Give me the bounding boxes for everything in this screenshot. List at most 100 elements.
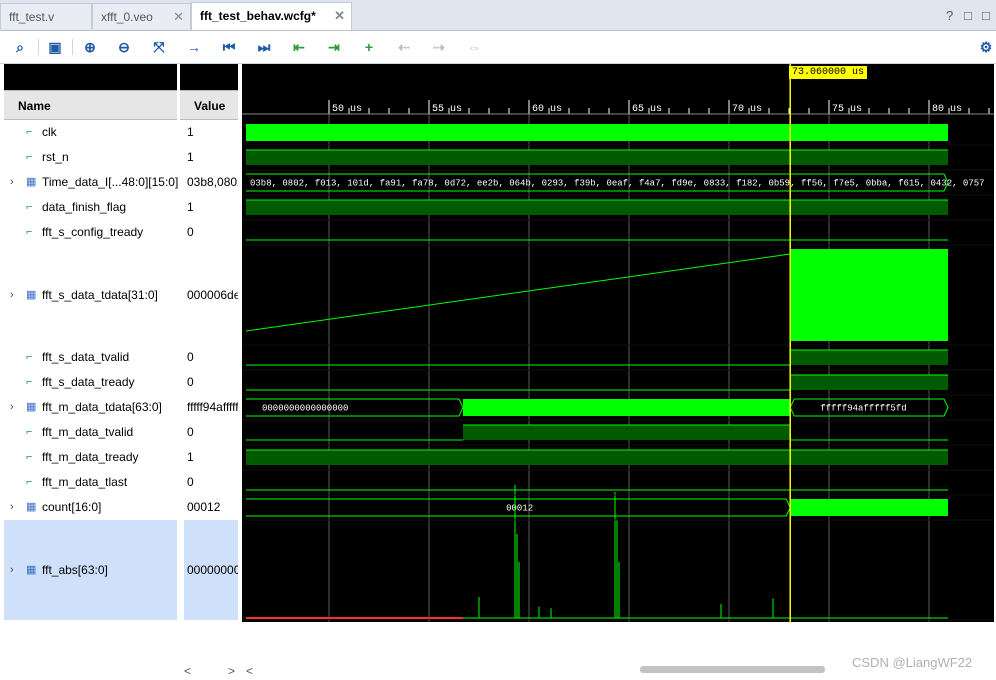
separator (72, 39, 73, 55)
signal-row-fft-abs-63-0-[interactable]: › ▦ fft_abs[63:0] (4, 520, 177, 620)
zoom-out-icon[interactable]: ⊖ (114, 37, 134, 57)
maximize-icon[interactable]: □ (982, 8, 990, 23)
signal-fill (463, 425, 791, 440)
signal-fill (246, 450, 948, 465)
help-icon[interactable]: ? (946, 8, 953, 23)
analog-dense-region (790, 249, 948, 341)
expand-chevron-icon[interactable]: › (10, 395, 14, 420)
wire-signal-icon: ⌐ (26, 376, 33, 388)
signal-row-data-finish-flag[interactable]: ⌐ data_finish_flag (4, 195, 177, 220)
swap-cursors-icon: ⇔ (467, 39, 481, 55)
signal-value[interactable]: 00012 (184, 495, 238, 520)
signal-value[interactable]: 0 (184, 370, 238, 395)
zoom-in-icon[interactable]: ⊕ (80, 37, 100, 57)
tab-label: fft_test_behav.wcfg* (200, 9, 316, 23)
go-to-end-icon[interactable]: ⏭ (254, 37, 274, 57)
add-marker-icon[interactable]: + (359, 37, 379, 57)
tab-xfft-veo[interactable]: xfft_0.veo ✕ (92, 3, 191, 29)
tab-bar: fft_test.v xfft_0.veo ✕ fft_test_behav.w… (0, 0, 996, 31)
expand-chevron-icon[interactable]: › (10, 245, 14, 345)
signal-value[interactable]: 0 (184, 420, 238, 445)
go-to-cursor-icon[interactable]: → (184, 37, 204, 57)
signal-row-count-16-0-[interactable]: › ▦ count[16:0] (4, 495, 177, 520)
signal-row-fft-m-data-tdata-63-0-[interactable]: › ▦ fft_m_data_tdata[63:0] (4, 395, 177, 420)
signal-value[interactable]: 00000000 (184, 520, 238, 620)
signal-value[interactable]: 1 (184, 120, 238, 145)
expand-chevron-icon[interactable]: › (10, 520, 14, 620)
signal-value[interactable]: 0 (184, 470, 238, 495)
signal-value[interactable]: fffff94afffff5fd (184, 395, 238, 420)
signal-row-rst-n[interactable]: ⌐ rst_n (4, 145, 177, 170)
scroll-left-icon[interactable]: < (246, 664, 253, 678)
bus-signal-icon: ▦ (26, 564, 37, 576)
previous-transition-icon[interactable]: ⇤ (289, 37, 309, 57)
signal-name: fft_m_data_tlast (42, 475, 128, 489)
signal-row-fft-s-data-tready[interactable]: ⌐ fft_s_data_tready (4, 370, 177, 395)
close-icon[interactable]: ✕ (173, 4, 184, 30)
scroll-right-icon[interactable]: > (228, 664, 235, 678)
separator (38, 39, 39, 55)
signal-row-fft-m-data-tlast[interactable]: ⌐ fft_m_data_tlast (4, 470, 177, 495)
signal-name: fft_m_data_tready (42, 450, 139, 464)
tab-fft-test-v[interactable]: fft_test.v (0, 3, 92, 29)
signal-row-fft-s-data-tdata-31-0-[interactable]: › ▦ fft_s_data_tdata[31:0] (4, 245, 177, 345)
signal-value[interactable]: 000006de (184, 245, 238, 345)
horizontal-scrollbar[interactable] (640, 666, 825, 673)
signal-fill (790, 350, 948, 365)
signal-name: count[16:0] (42, 500, 102, 514)
next-transition-icon[interactable]: ⇥ (324, 37, 344, 57)
signal-row-time-data-i-48-0-15-0-[interactable]: › ▦ Time_data_I[...48:0][15:0] (4, 170, 178, 195)
signal-name-panel: Name ⌐ clk ⌐ rst_n › ▦ Time_data_I[...48:0][15… (4, 64, 178, 622)
tab-wcfg[interactable]: fft_test_behav.wcfg* ✕ (191, 2, 352, 30)
waveform-toolbar: ⌕ ▣ ⊕ ⊖ ⤧ → ⏮ ⏭ ⇤ ⇥ + ⇠ ⇢ ⇔ ⚙ (0, 31, 996, 64)
expand-chevron-icon[interactable]: › (10, 170, 14, 195)
go-to-start-icon[interactable]: ⏮ (219, 37, 239, 57)
signal-name: clk (42, 125, 57, 139)
signal-row-fft-m-data-tvalid[interactable]: ⌐ fft_m_data_tvalid (4, 420, 177, 445)
signal-name: fft_m_data_tvalid (42, 425, 134, 439)
cursor-time-label[interactable]: 73.060000 us (789, 66, 868, 79)
close-icon[interactable]: ✕ (334, 3, 345, 29)
waveform-canvas[interactable]: 50 us 55 us 60 us 65 us 70 us 75 us 80 us 03b8,… (242, 64, 994, 622)
signal-row-fft-s-data-tvalid[interactable]: ⌐ fft_s_data_tvalid (4, 345, 177, 370)
signal-value[interactable]: 0 (184, 345, 238, 370)
name-column-header[interactable]: Name (4, 90, 177, 120)
search-icon[interactable]: ⌕ (10, 37, 30, 57)
signal-value[interactable]: 1 (184, 445, 238, 470)
signal-value[interactable]: 0 (184, 220, 238, 245)
signal-fill (246, 150, 948, 165)
bus-value-text: 00012 (506, 504, 533, 514)
waveform-svg[interactable]: 50 us 55 us 60 us 65 us 70 us 75 us 80 us 03b8,… (242, 64, 994, 622)
wire-signal-icon: ⌐ (26, 351, 33, 363)
save-icon[interactable]: ▣ (45, 37, 65, 57)
zoom-fit-icon[interactable]: ⤧ (149, 37, 169, 57)
signal-name: fft_s_data_tdata[31:0] (42, 288, 158, 302)
value-column-header[interactable]: Value (180, 90, 238, 120)
time-tick-label: 75 us (832, 104, 862, 115)
time-tick-label: 80 us (932, 104, 962, 115)
signal-value[interactable]: 1 (184, 145, 238, 170)
wire-signal-icon: ⌐ (26, 201, 33, 213)
expand-chevron-icon[interactable]: › (10, 495, 14, 520)
bus-signal-icon: ▦ (26, 176, 37, 188)
scroll-left-icon[interactable]: < (184, 664, 191, 678)
watermark: CSDN @LiangWF22 (852, 655, 973, 670)
restore-icon[interactable]: □ (964, 8, 972, 23)
signal-fill (790, 375, 948, 390)
signal-row-clk[interactable]: ⌐ clk (4, 120, 177, 145)
signal-value[interactable]: 1 (184, 195, 238, 220)
bus-dense-region (463, 399, 791, 416)
signal-name: fft_s_config_tready (42, 225, 144, 239)
bus-signal-icon: ▦ (26, 401, 37, 413)
bus-value-text: 03b8, 0802, f013, 101d, fa91, fa78, 0d72… (250, 179, 985, 189)
signal-name: fft_abs[63:0] (42, 563, 108, 577)
signal-row-fft-m-data-tready[interactable]: ⌐ fft_m_data_tready (4, 445, 177, 470)
settings-icon[interactable]: ⚙ (976, 37, 996, 57)
clock-waveform (246, 124, 948, 141)
signal-name: rst_n (42, 150, 69, 164)
signal-value[interactable]: 03b8,0802 (184, 170, 238, 195)
bus-signal-icon: ▦ (26, 289, 37, 301)
signal-row-fft-s-config-tready[interactable]: ⌐ fft_s_config_tready (4, 220, 177, 245)
time-tick-label: 50 us (332, 104, 362, 115)
time-tick-label: 60 us (532, 104, 562, 115)
